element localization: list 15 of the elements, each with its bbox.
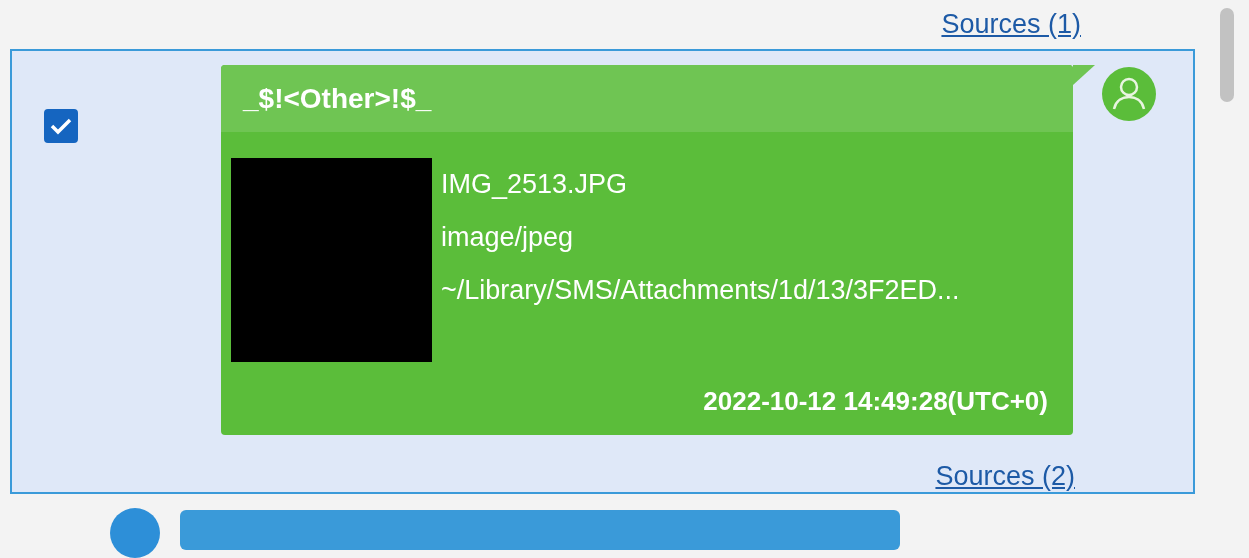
file-path: ~/Library/SMS/Attachments/1d/13/3F2ED... — [441, 274, 960, 307]
image-thumbnail[interactable] — [231, 158, 432, 362]
mime-type: image/jpeg — [441, 221, 575, 254]
checkbox[interactable] — [44, 109, 78, 143]
sources-link[interactable]: Sources (1) — [941, 9, 1081, 40]
file-name: IMG_2513.JPG — [441, 168, 629, 201]
bubble-tail — [1073, 65, 1095, 85]
timestamp: 2022-10-12 14:49:28(UTC+0) — [703, 386, 1048, 417]
scrollbar-thumb[interactable] — [1220, 8, 1234, 102]
avatar-icon — [110, 508, 160, 558]
user-avatar-icon — [1102, 67, 1156, 121]
sources-link[interactable]: Sources (2) — [935, 461, 1075, 492]
message-card[interactable]: _$!<Other>!$_ IMG_2513.JPG image/jpeg ~/Library/SMS/Attachments/1d/13/3F2ED... 2022-10-12 14:49:28(UTC+0) Sources (2) — [10, 49, 1195, 494]
sender-name: _$!<Other>!$_ — [243, 82, 432, 115]
check-icon — [50, 117, 72, 135]
